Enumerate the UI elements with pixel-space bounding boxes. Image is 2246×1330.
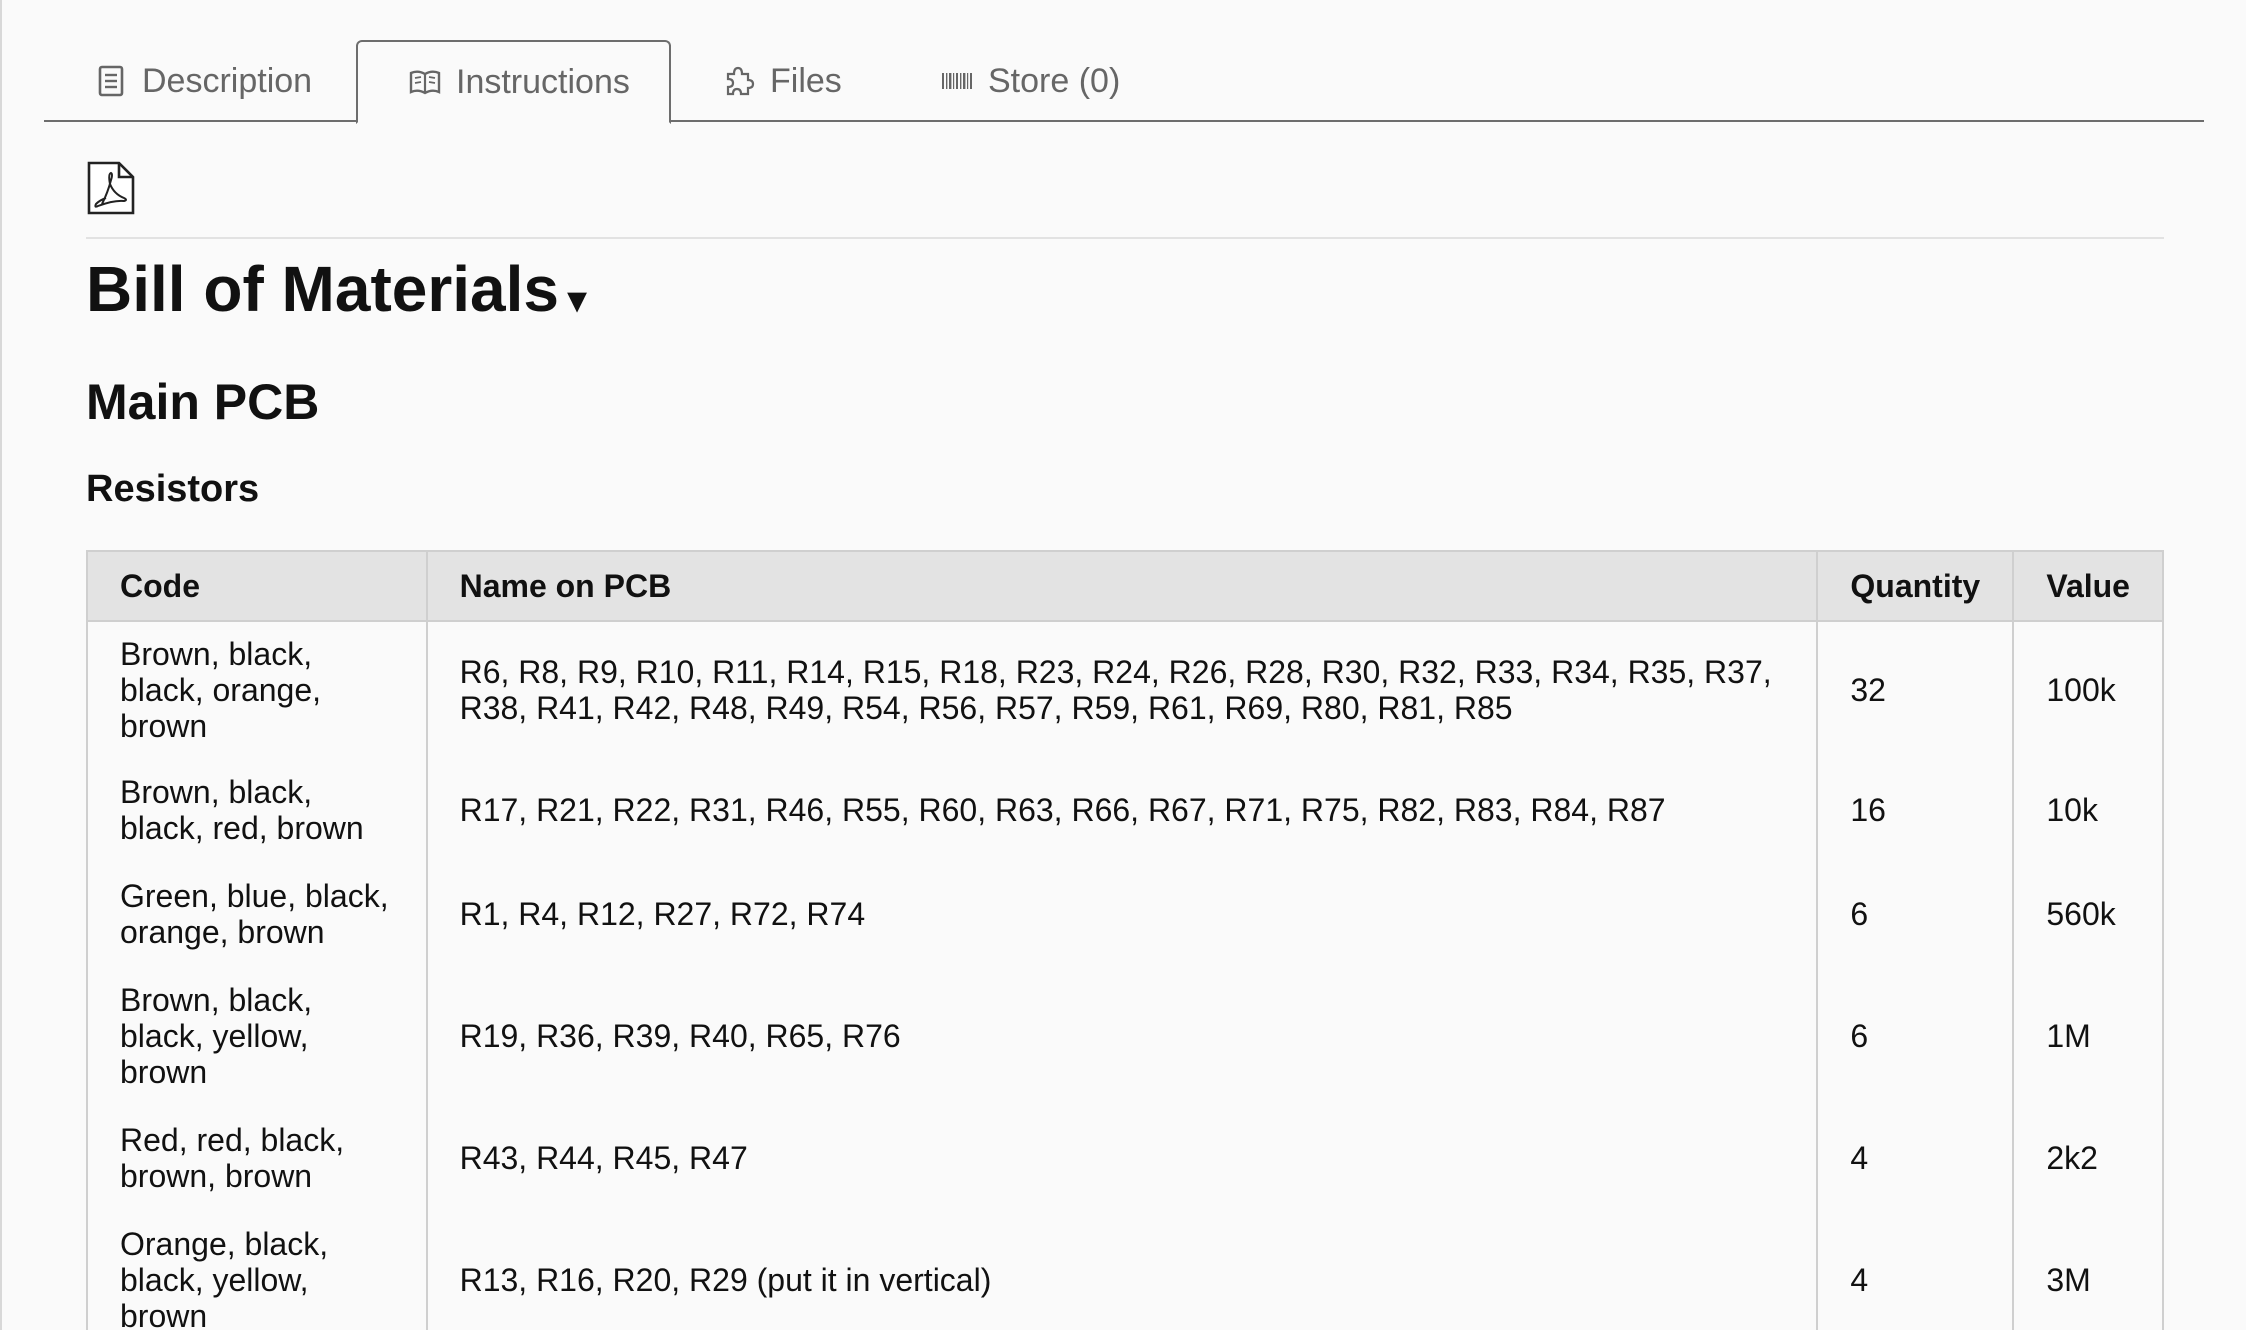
column-header-name: Name on PCB xyxy=(425,550,1819,622)
cell-value: 100k xyxy=(2012,621,2164,758)
puzzle-icon xyxy=(722,64,756,98)
cell-quantity: 6 xyxy=(1816,862,2015,966)
table-header-row: Code Name on PCB Quantity Value xyxy=(86,550,2164,622)
caret-down-icon: ▾ xyxy=(567,278,588,322)
divider xyxy=(86,237,2164,239)
barcode-icon xyxy=(940,64,974,98)
cell-name: R17, R21, R22, R31, R46, R55, R60, R63, … xyxy=(425,758,1819,862)
tab-label: Files xyxy=(770,61,842,100)
tab-instructions[interactable]: Instructions xyxy=(356,40,671,124)
page-title: Bill of Materials xyxy=(86,253,559,325)
cell-code: Brown, black, black, orange, brown xyxy=(86,621,428,758)
table-row: Green, blue, black, orange, brown R1, R4… xyxy=(86,862,2164,966)
table-row: Brown, black, black, orange, brown R6, R… xyxy=(86,621,2164,758)
column-header-value: Value xyxy=(2012,550,2164,622)
cell-name: R19, R36, R39, R40, R65, R76 xyxy=(425,966,1819,1106)
table-row: Orange, black, black, yellow, brown R13,… xyxy=(86,1210,2164,1330)
bill-of-materials-toggle[interactable]: Bill of Materials ▾ xyxy=(86,252,587,326)
section-heading: Resistors xyxy=(86,468,260,510)
cell-code: Green, blue, black, orange, brown xyxy=(86,862,428,966)
cell-name: R13, R16, R20, R29 (put it in vertical) xyxy=(425,1210,1819,1330)
tab-label: Instructions xyxy=(456,62,630,101)
table-row: Brown, black, black, yellow, brown R19, … xyxy=(86,966,2164,1106)
cell-value: 2k2 xyxy=(2012,1106,2164,1210)
resistors-table: Code Name on PCB Quantity Value Brown, b… xyxy=(86,550,2164,1330)
tab-label: Store (0) xyxy=(988,61,1121,100)
cell-quantity: 4 xyxy=(1816,1210,2015,1330)
cell-name: R1, R4, R12, R27, R72, R74 xyxy=(425,862,1819,966)
cell-value: 3M xyxy=(2012,1210,2164,1330)
cell-code: Brown, black, black, red, brown xyxy=(86,758,428,862)
cell-value: 10k xyxy=(2012,758,2164,862)
table-row: Red, red, black, brown, brown R43, R44, … xyxy=(86,1106,2164,1210)
book-icon xyxy=(408,65,442,99)
pcb-heading: Main PCB xyxy=(86,374,320,430)
tab-store[interactable]: Store (0) xyxy=(940,40,1200,122)
table-row: Brown, black, black, red, brown R17, R21… xyxy=(86,758,2164,862)
cell-value: 1M xyxy=(2012,966,2164,1106)
tab-files[interactable]: Files xyxy=(714,40,914,122)
page: Description Instructions Files Store (0) xyxy=(0,0,2246,1330)
tab-bar: Description Instructions Files Store (0) xyxy=(44,40,2204,124)
cell-quantity: 16 xyxy=(1816,758,2015,862)
tab-description[interactable]: Description xyxy=(44,40,356,122)
cell-quantity: 32 xyxy=(1816,621,2015,758)
cell-code: Brown, black, black, yellow, brown xyxy=(86,966,428,1106)
pdf-icon[interactable] xyxy=(86,160,136,216)
cell-quantity: 6 xyxy=(1816,966,2015,1106)
cell-quantity: 4 xyxy=(1816,1106,2015,1210)
tab-label: Description xyxy=(142,61,313,100)
column-header-quantity: Quantity xyxy=(1816,550,2015,622)
cell-code: Orange, black, black, yellow, brown xyxy=(86,1210,428,1330)
cell-value: 560k xyxy=(2012,862,2164,966)
cell-code: Red, red, black, brown, brown xyxy=(86,1106,428,1210)
cell-name: R6, R8, R9, R10, R11, R14, R15, R18, R23… xyxy=(425,621,1819,758)
document-icon xyxy=(94,64,128,98)
cell-name: R43, R44, R45, R47 xyxy=(425,1106,1819,1210)
column-header-code: Code xyxy=(86,550,428,622)
